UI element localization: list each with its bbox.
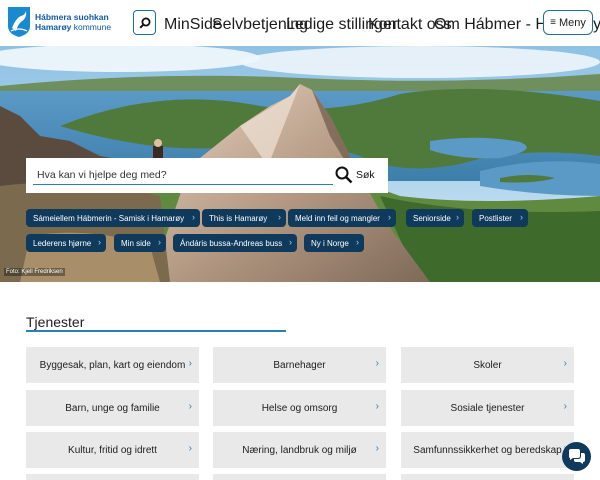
search-icon [335, 166, 353, 184]
search-submit-button[interactable]: Søk [335, 164, 375, 186]
chevron-right-icon: › [520, 212, 523, 222]
logo[interactable]: Hábmera suohkan Hamarøy kommune [7, 6, 111, 38]
chevron-right-icon: › [375, 443, 379, 454]
service-card-partial [26, 474, 199, 480]
photo-credit: Foto: Kjell Fredriksen [4, 268, 65, 276]
logo-line-2: Hamarøy kommune [35, 22, 112, 32]
service-card-skoler[interactable]: Skoler › [401, 347, 574, 383]
service-card-label: Barn, unge og familie [65, 402, 160, 414]
logo-shield-icon [8, 7, 30, 37]
chat-bubbles-icon [568, 448, 585, 464]
services-title: Tjenester [26, 314, 85, 330]
title-underline [26, 330, 286, 332]
chevron-right-icon: › [375, 358, 379, 369]
chevron-right-icon: › [456, 212, 459, 222]
service-card-partial [213, 474, 386, 480]
chevron-right-icon: › [388, 212, 391, 222]
quicklink-label: Ny i Norge [311, 238, 349, 248]
service-card-label: Barnehager [273, 359, 326, 371]
service-card-partial [401, 474, 574, 480]
service-card-samfunnssikkerhet[interactable]: Samfunnssikkerhet og beredskap› [401, 432, 574, 468]
chevron-right-icon: › [563, 358, 567, 369]
chevron-right-icon: › [289, 237, 292, 247]
quicklink-this-is-hamaroy[interactable]: This is Hamarøy › [202, 209, 286, 227]
quicklink-label: Lederens hjørne [33, 238, 92, 248]
service-card-barn-unge[interactable]: Barn, unge og familie › [26, 390, 199, 426]
search-icon [138, 17, 150, 29]
chevron-right-icon: › [188, 358, 192, 369]
hero-banner: Søk Sámeiellem Hábmerin - Samisk i Hamar… [0, 46, 600, 282]
service-card-helse[interactable]: Helse og omsorg › [213, 390, 386, 426]
quicklink-label: This is Hamarøy [209, 213, 268, 223]
quicklink-min-side[interactable]: Min side › [114, 234, 166, 252]
service-card-label: Helse og omsorg [261, 402, 338, 414]
chevron-right-icon: › [192, 212, 195, 222]
site-header: Hábmera suohkan Hamarøy kommune MinSide … [0, 0, 600, 46]
service-card-label: Byggesak, plan, kart og eiendom [39, 359, 186, 371]
service-card-barnehager[interactable]: Barnehager › [213, 347, 386, 383]
quicklink-samisk[interactable]: Sámeiellem Hábmerin - Samisk i Hamarøy › [26, 209, 200, 227]
menu-label: Meny [558, 16, 586, 29]
quicklink-label: Ándáris bussa-Andreas buss [180, 238, 283, 248]
chevron-right-icon: › [356, 237, 359, 247]
service-card-label: Kultur, fritid og idrett [68, 444, 157, 456]
service-card-kultur[interactable]: Kultur, fritid og idrett › [26, 432, 199, 468]
service-card-sosiale[interactable]: Sosiale tjenester › [401, 390, 574, 426]
chevron-right-icon: › [375, 401, 379, 412]
quicklink-ny-i-norge[interactable]: Ny i Norge › [304, 234, 364, 252]
chevron-right-icon: › [563, 401, 567, 412]
service-card-label: Sosiale tjenester [450, 402, 525, 414]
quicklink-lederens-hjorne[interactable]: Lederens hjørne › [26, 234, 106, 252]
quicklink-andaris-bussa[interactable]: Ándáris bussa-Andreas buss › [173, 234, 297, 252]
search-input[interactable] [33, 165, 333, 185]
quicklink-seniorside[interactable]: Seniorside › [406, 209, 464, 227]
service-card-naering[interactable]: Næring, landbruk og miljø › [213, 432, 386, 468]
quicklink-label: Min side [121, 238, 151, 248]
search-submit-label: Søk [356, 169, 375, 181]
service-card-label: Næring, landbruk og miljø [242, 444, 357, 456]
chevron-right-icon: › [278, 212, 281, 222]
header-search-button[interactable] [133, 10, 156, 35]
search-box: Søk [26, 158, 388, 193]
quicklink-label: Meld inn feil og mangler [295, 213, 380, 223]
quicklink-label: Seniorside [413, 213, 451, 223]
service-card-label: Skoler [473, 359, 502, 371]
quicklink-postlister[interactable]: Postlister › [472, 209, 528, 227]
chevron-right-icon: › [158, 237, 161, 247]
chevron-right-icon: › [188, 443, 192, 454]
quicklink-label: Postlister [479, 213, 512, 223]
service-card-label: Samfunnssikkerhet og beredskap [413, 444, 562, 456]
hamburger-icon: ≡ [550, 17, 556, 28]
quicklink-label: Sámeiellem Hábmerin - Samisk i Hamarøy [33, 213, 185, 223]
chevron-right-icon: › [188, 401, 192, 412]
service-card-byggesak[interactable]: Byggesak, plan, kart og eiendom › [26, 347, 199, 383]
menu-button[interactable]: ≡ Meny [543, 10, 593, 35]
logo-line-1: Hábmera suohkan [35, 12, 109, 22]
chat-button[interactable] [562, 442, 591, 471]
quicklink-meld-feil[interactable]: Meld inn feil og mangler › [288, 209, 396, 227]
chevron-right-icon: › [98, 237, 101, 247]
